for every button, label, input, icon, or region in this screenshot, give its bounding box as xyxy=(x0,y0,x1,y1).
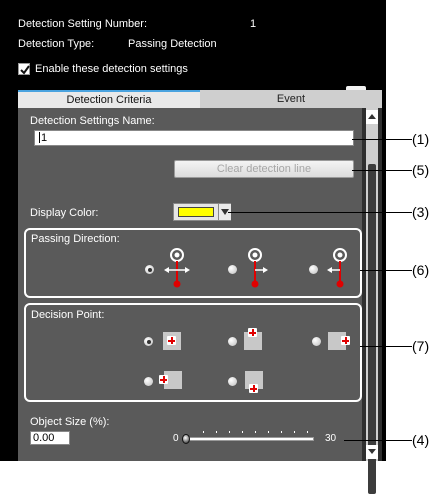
callout-1: (1) xyxy=(412,131,430,147)
display-color-select[interactable] xyxy=(173,203,231,221)
checkmark-icon xyxy=(20,65,30,75)
scrollbar[interactable] xyxy=(362,108,382,494)
center-point-icon xyxy=(163,332,181,350)
settings-name-input[interactable]: 1 xyxy=(34,130,354,146)
tab-bar: Detection Criteria Event xyxy=(18,90,382,108)
passing-direction-label: Passing Direction: xyxy=(31,233,120,245)
slider-tick xyxy=(268,431,269,433)
callout-5: (5) xyxy=(412,162,430,178)
passing-direction-radio-3[interactable] xyxy=(309,265,318,274)
decision-point-radio-1[interactable] xyxy=(144,337,153,346)
slider-tick xyxy=(203,431,204,433)
decision-point-label: Decision Point: xyxy=(31,309,105,321)
callout-3: (3) xyxy=(412,204,430,220)
scroll-up-icon[interactable] xyxy=(366,110,378,124)
slider-tick xyxy=(229,431,230,433)
detection-type-label: Detection Type: xyxy=(18,38,95,50)
bottom-center-point-icon xyxy=(245,371,263,393)
detection-type-value: Passing Detection xyxy=(128,38,217,50)
slider-tick xyxy=(281,431,282,433)
settings-name-label: Detection Settings Name: xyxy=(30,115,155,127)
decision-point-radio-5[interactable] xyxy=(228,377,237,386)
callout-line-3 xyxy=(228,212,412,213)
slider-tick xyxy=(242,431,243,433)
callout-4: (4) xyxy=(412,432,430,448)
tab-event[interactable]: Event xyxy=(200,90,382,108)
bidirectional-arrow-icon xyxy=(164,248,190,288)
settings-name-value: 1 xyxy=(41,132,48,144)
decision-point-radio-4[interactable] xyxy=(144,377,153,386)
enable-checkbox[interactable] xyxy=(18,63,30,75)
callout-line-6 xyxy=(360,270,412,271)
color-swatch xyxy=(178,207,214,217)
callout-line-1 xyxy=(352,139,412,140)
slider-max-label: 30 xyxy=(325,433,337,444)
clear-detection-line-button[interactable]: Clear detection line xyxy=(174,160,354,178)
decision-point-radio-3[interactable] xyxy=(312,337,321,346)
callout-6: (6) xyxy=(412,262,430,278)
callout-7: (7) xyxy=(412,338,430,354)
left-center-point-icon xyxy=(159,371,182,389)
settings-panel: Detection Setting Number: 1 Detection Ty… xyxy=(0,0,386,494)
passing-direction-radio-1[interactable] xyxy=(145,265,154,274)
display-color-label: Display Color: xyxy=(30,207,99,219)
enable-label[interactable]: Enable these detection settings xyxy=(35,63,188,75)
decision-point-radio-2[interactable] xyxy=(228,337,237,346)
object-size-label: Object Size (%): xyxy=(30,416,110,428)
object-size-input[interactable]: 0.00 xyxy=(30,431,70,445)
right-arrow-icon xyxy=(248,248,268,288)
left-arrow-icon xyxy=(327,248,347,288)
setting-number-value: 1 xyxy=(250,18,257,30)
slider-tick xyxy=(294,431,295,433)
callout-line-4 xyxy=(344,440,412,441)
slider-min-label: 0 xyxy=(173,433,179,444)
slider-tick xyxy=(216,431,217,433)
right-center-point-icon xyxy=(328,332,350,350)
callout-line-7 xyxy=(360,346,412,347)
object-size-slider-handle[interactable] xyxy=(182,434,190,444)
slider-tick xyxy=(307,431,308,433)
callout-line-5 xyxy=(352,170,412,171)
scroll-down-icon[interactable] xyxy=(366,445,378,459)
passing-direction-radio-2[interactable] xyxy=(228,265,237,274)
slider-tick xyxy=(255,431,256,433)
top-center-point-icon xyxy=(244,328,262,350)
tab-detection-criteria[interactable]: Detection Criteria xyxy=(18,90,200,108)
setting-number-label: Detection Setting Number: xyxy=(18,18,148,30)
object-size-slider-track[interactable] xyxy=(184,437,314,441)
text-caret xyxy=(39,132,40,143)
